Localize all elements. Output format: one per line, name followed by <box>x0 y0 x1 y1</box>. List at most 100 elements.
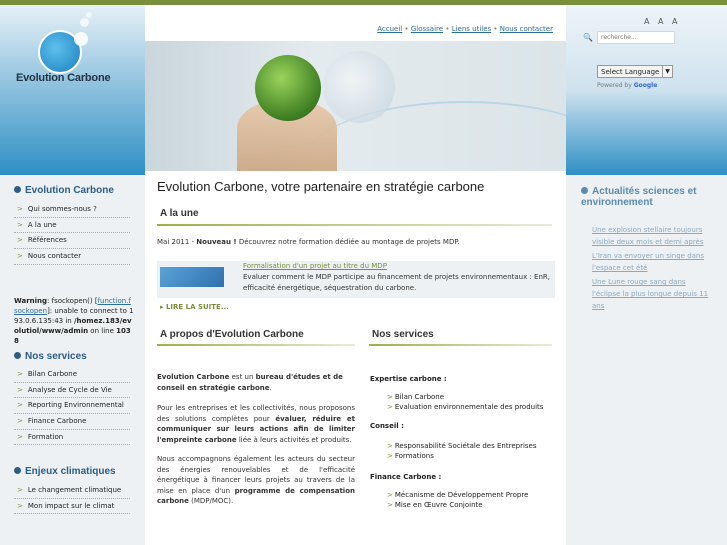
php-warning: Warning: fsockopen() [function.fsockopen… <box>14 296 134 346</box>
bullet-icon: > <box>17 501 23 510</box>
news-thumbnail[interactable] <box>160 267 224 287</box>
banner-globe-faded <box>323 51 395 123</box>
service-category: Conseil : <box>370 422 404 430</box>
nav-separator: • <box>445 25 450 33</box>
heading-text: Actualités sciences et environnement <box>581 186 697 208</box>
nav-glossaire[interactable]: Glossaire <box>411 25 443 33</box>
bold-text: Evolution Carbone <box>157 373 230 381</box>
top-navigation: Accueil • Glossaire • Liens utiles • Nou… <box>145 25 553 33</box>
nav-separator: • <box>404 25 409 33</box>
drop-icon <box>14 467 21 474</box>
service-item[interactable]: > Formations <box>370 451 560 461</box>
warning-text: : fsockopen() [ <box>47 297 98 305</box>
bullet-icon: > <box>17 252 23 261</box>
bullet-icon: > <box>387 403 393 411</box>
bullet-icon: > <box>17 486 23 494</box>
news-link[interactable]: Une Lune rouge sang dans l'éclipse la pl… <box>592 276 712 312</box>
banner-green-globe <box>255 55 321 121</box>
language-select[interactable]: Select Language ▼ <box>597 65 673 78</box>
services-conseil: Conseil : > Responsabilité Sociétale des … <box>370 421 560 461</box>
search-box: 🔍 <box>583 31 675 44</box>
warning-label: Warning <box>14 297 48 305</box>
menu-item-mon-impact[interactable]: > Mon impact sur le climat <box>14 499 130 515</box>
menu-item-label: Le changement climatique <box>27 486 122 494</box>
menu-item-nous-contacter[interactable]: > Nous contacter <box>14 249 130 265</box>
service-label: Evaluation environnementale des produits <box>394 403 544 411</box>
bullet-icon: > <box>387 501 393 509</box>
site-logo[interactable]: Evolution Carbone <box>14 12 114 90</box>
service-item[interactable]: > Responsabilité Sociétale des Entreprise… <box>370 441 560 451</box>
text: liée à leurs activités et produits. <box>236 435 352 444</box>
menu-item-bilan-carbone[interactable]: > Bilan Carbone <box>14 367 130 383</box>
bullet-icon: > <box>17 432 23 441</box>
bullet-icon: > <box>17 220 23 229</box>
logo-bubble-small-icon <box>74 32 88 46</box>
bullet-icon: > <box>387 491 393 499</box>
nav-liens-utiles[interactable]: Liens utiles <box>452 25 491 33</box>
menu-item-label: Mon impact sur le climat <box>27 501 115 510</box>
menu-item-references[interactable]: > Références <box>14 233 130 250</box>
menu-item-qui-sommes-nous[interactable]: > Qui sommes-nous ? <box>14 202 130 218</box>
news-title-link[interactable]: Formalisation d'un projet au titre du MD… <box>243 262 387 270</box>
font-size-controls[interactable]: A A A <box>644 17 681 26</box>
menu-item-label: Nous contacter <box>27 252 82 261</box>
menu-item-changement-climatique[interactable]: > Le changement climatique <box>14 483 130 499</box>
left-heading-evolution-carbone: Evolution Carbone <box>14 185 114 196</box>
drop-icon <box>14 352 21 359</box>
menu-item-label: Références <box>27 236 67 245</box>
section-title-a-la-une: A la une <box>160 208 199 219</box>
une-date: Mai 2011 - <box>157 238 197 246</box>
menu-item-formation[interactable]: > Formation <box>14 430 130 446</box>
bullet-icon: > <box>17 236 23 245</box>
powered-by-google: Powered by Google <box>597 82 657 89</box>
menu-item-label: Reporting Environnemental <box>27 401 124 410</box>
service-label: Mécanisme de Développement Propre <box>394 491 529 499</box>
service-item[interactable]: > Bilan Carbone <box>370 392 560 402</box>
left-heading-nos-services: Nos services <box>14 351 87 362</box>
search-icon[interactable]: 🔍 <box>583 33 593 42</box>
text: . <box>269 383 272 392</box>
menu-item-a-la-une[interactable]: > A la une <box>14 218 130 234</box>
search-input[interactable] <box>597 31 675 44</box>
apropos-paragraph-1: Evolution Carbone est un bureau d'études… <box>157 372 355 393</box>
menu-item-label: Qui sommes-nous ? <box>27 205 97 213</box>
section-title-a-propos: A propos d'Evolution Carbone <box>160 329 304 340</box>
page-title: Evolution Carbone, votre partenaire en s… <box>157 179 485 194</box>
news-description: Evaluer comment le MDP participe au fina… <box>243 273 551 292</box>
bullet-icon: > <box>17 401 23 410</box>
bullet-icon: > <box>387 442 393 450</box>
news-link[interactable]: L'Iran va envoyer un singe dans l'espace… <box>592 250 712 274</box>
news-link[interactable]: Une explosion stellaire toujours visible… <box>592 224 712 248</box>
services-expertise: Expertise carbone : > Bilan Carbone > Eval… <box>370 374 560 412</box>
une-text: Découvrez notre formation dédiée au mont… <box>236 238 460 246</box>
left-menu-about: > Qui sommes-nous ? > A la une > Références… <box>14 202 130 265</box>
une-intro: Mai 2011 - Nouveau ! Découvrez notre for… <box>157 237 557 248</box>
read-more-link[interactable]: ▸ LIRE LA SUITE... <box>160 303 229 311</box>
menu-item-label: Formation <box>27 432 64 441</box>
nav-nous-contacter[interactable]: Nous contacter <box>500 25 553 33</box>
warning-text: on line <box>88 327 117 335</box>
section-title-nos-services: Nos services <box>372 329 434 340</box>
menu-item-finance-carbone[interactable]: > Finance Carbone <box>14 414 130 430</box>
heading-text: Nos services <box>25 351 87 362</box>
nav-accueil[interactable]: Accueil <box>377 25 402 33</box>
section-divider <box>157 344 355 346</box>
drop-icon <box>14 186 21 193</box>
service-item[interactable]: > Mécanisme de Développement Propre <box>370 490 560 500</box>
bullet-icon: > <box>17 385 23 394</box>
service-item[interactable]: > Evaluation environnementale des produit… <box>370 402 560 412</box>
menu-item-reporting-environnemental[interactable]: > Reporting Environnemental <box>14 398 130 415</box>
services-finance: Finance Carbone : > Mécanisme de Développ… <box>370 472 560 510</box>
heading-text: Enjeux climatiques <box>25 466 116 477</box>
logo-bubble-small-icon <box>80 18 89 27</box>
menu-item-label: A la une <box>27 220 57 229</box>
section-divider <box>157 224 552 226</box>
logo-bubble-small-icon <box>86 12 92 18</box>
logo-text: Evolution Carbone <box>16 72 111 84</box>
left-heading-enjeux-climatiques: Enjeux climatiques <box>14 466 116 477</box>
news-links: Une explosion stellaire toujours visible… <box>592 224 712 314</box>
une-new-badge: Nouveau ! <box>196 238 237 246</box>
language-select-label: Select Language <box>601 68 660 76</box>
service-item[interactable]: > Mise en Œuvre Conjointe <box>370 500 560 510</box>
menu-item-analyse-cycle-de-vie[interactable]: > Analyse de Cycle de Vie <box>14 383 130 399</box>
